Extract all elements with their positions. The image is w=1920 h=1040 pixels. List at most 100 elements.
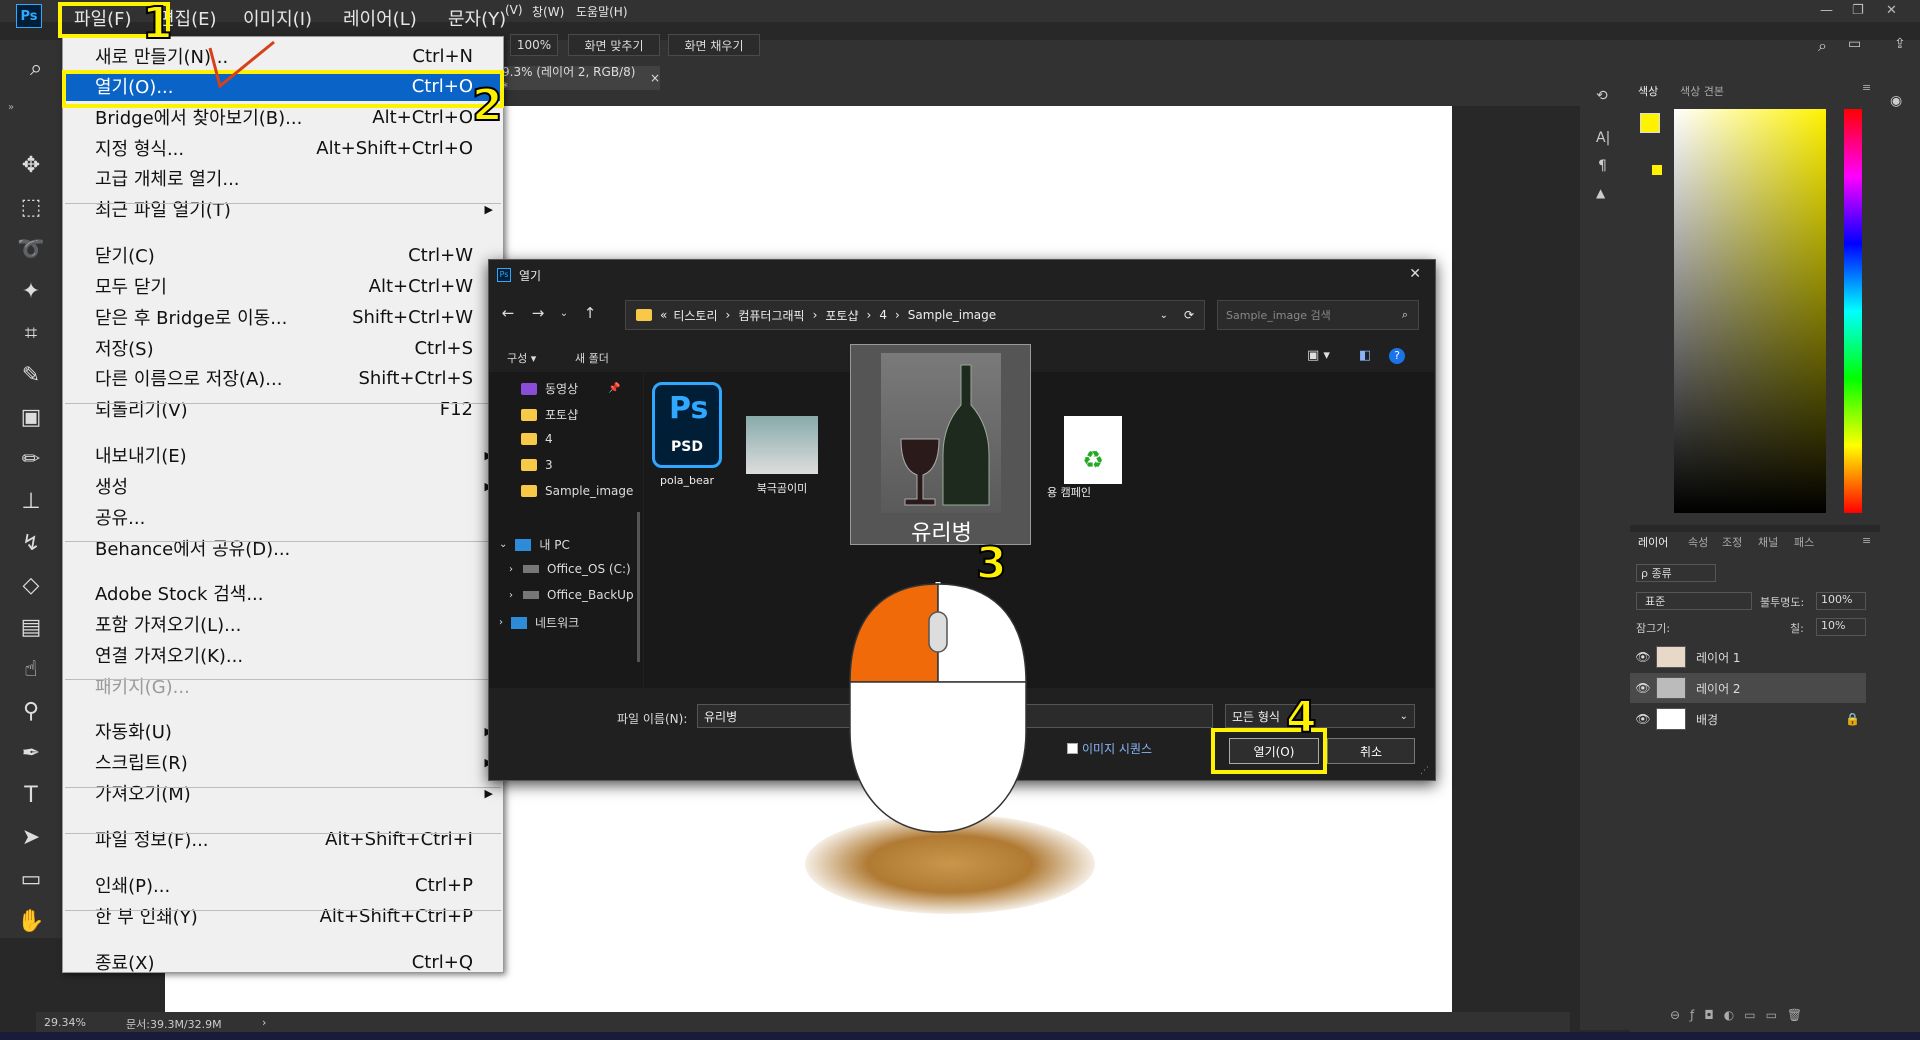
panel-menu-icon[interactable]: ≡ (1862, 81, 1871, 94)
nav-item-photoshop[interactable]: 포토샵 (521, 406, 578, 423)
minimize-icon[interactable]: — (1820, 3, 1833, 18)
document-tab[interactable]: 9.3% (레이어 2, RGB/8) * × (498, 65, 660, 94)
learn-icon[interactable]: ◉ (1890, 93, 1902, 109)
organize-button[interactable]: 구성 ▾ (507, 350, 536, 366)
menu-view[interactable]: (V) (505, 3, 523, 17)
move-tool-icon[interactable]: ✥ (14, 150, 48, 180)
close-window-icon[interactable]: ✕ (1886, 3, 1897, 18)
frame-tool-icon[interactable]: ▣ (14, 402, 48, 432)
refresh-icon[interactable]: ⟳ (1184, 308, 1194, 322)
menu-help[interactable]: 도움말(H) (576, 3, 628, 20)
menu-layer[interactable]: 레이어(L) (343, 5, 417, 31)
eyedropper-tool-icon[interactable]: ✎ (14, 360, 48, 390)
up-icon[interactable]: ↑ (579, 302, 601, 324)
menu-image[interactable]: 이미지(I) (243, 5, 312, 31)
layer-actions[interactable]: ⊖ƒ◘◐▭▭🗑 (1670, 1008, 1812, 1022)
fill-screen-button[interactable]: 화면 채우기 (668, 34, 760, 56)
panel-menu-icon[interactable]: ≡ (1862, 534, 1871, 547)
nav-item-drive-c[interactable]: › Office_OS (C:) (509, 562, 631, 576)
layer-row[interactable]: 👁 배경 🔒 (1630, 704, 1866, 734)
tab-paths[interactable]: 패스 (1794, 534, 1814, 550)
fit-screen-button[interactable]: 화면 맞추기 (568, 34, 660, 56)
breadcrumb-item[interactable]: 4 (879, 308, 887, 322)
collapse-icon[interactable]: » (8, 102, 14, 113)
tab-close-icon[interactable]: × (650, 71, 660, 85)
menu-revert[interactable]: 되돌리기(V) F12 (63, 394, 503, 424)
brush-tool-icon[interactable]: ✏ (14, 444, 48, 474)
chevron-down-icon[interactable]: ⌄ (499, 539, 507, 550)
path-selection-icon[interactable]: ➤ (14, 822, 48, 852)
chevron-right-icon[interactable]: › (499, 617, 503, 628)
visibility-eye-icon[interactable]: 👁 (1630, 712, 1656, 726)
breadcrumb-item[interactable]: 티스토리 (673, 307, 717, 324)
file-item-bear[interactable]: 북극곰이미 (742, 416, 822, 496)
nav-item-4[interactable]: 4 (521, 432, 553, 446)
blend-mode-select[interactable]: 표준 (1636, 592, 1752, 610)
menu-scripts[interactable]: 스크립트(R)▶ (63, 747, 503, 777)
menu-close-go-bridge[interactable]: 닫은 후 Bridge로 이동... Shift+Ctrl+W (63, 302, 503, 332)
tab-adjustments[interactable]: 조정 (1722, 534, 1742, 550)
menu-type[interactable]: 문자(Y) (448, 5, 506, 31)
view-mode-icon[interactable]: ▣ ▾ (1307, 348, 1330, 363)
magic-wand-tool-icon[interactable]: ✦ (14, 276, 48, 306)
dialog-search-input[interactable]: Sample_image 검색 ⌕ (1217, 300, 1419, 330)
restore-icon[interactable]: ❐ (1852, 3, 1864, 18)
nav-item-videos[interactable]: 동영상 📌 (521, 380, 621, 397)
type-tool-icon[interactable]: T (14, 780, 48, 810)
history-icon[interactable]: ⟲ (1596, 88, 1608, 104)
nav-item-network[interactable]: › 네트워크 (499, 614, 579, 631)
breadcrumb-item[interactable]: 포토샵 (825, 307, 858, 324)
address-bar[interactable]: « 티스토리 › 컴퓨터그래픽 › 포토샵 › 4 › Sample_image… (625, 300, 1205, 330)
menu-open-smart-object[interactable]: 고급 개체로 열기... (63, 163, 503, 193)
menu-save-as[interactable]: 다른 이름으로 저장(A)... Shift+Ctrl+S (63, 363, 503, 393)
nav-item-sample-image[interactable]: Sample_image (521, 484, 633, 498)
menu-share[interactable]: 공유... (63, 502, 503, 532)
history-brush-icon[interactable]: ↯ (14, 528, 48, 558)
history-dropdown-icon[interactable]: ⌄ (553, 302, 575, 324)
menu-import[interactable]: 가져오기(M) ▶ (63, 778, 503, 808)
breadcrumb-item[interactable]: 컴퓨터그래픽 (738, 307, 804, 324)
menu-export[interactable]: 내보내기(E)▶ (63, 440, 503, 470)
breadcrumb-item[interactable]: Sample_image (908, 308, 996, 322)
share-icon[interactable]: ⇪ (1894, 36, 1906, 52)
tab-properties[interactable]: 속성 (1688, 534, 1708, 550)
zoom-100-button[interactable]: 100% (510, 34, 558, 56)
menu-open-as[interactable]: 지정 형식... Alt+Shift+Ctrl+O (63, 133, 503, 163)
help-icon[interactable]: ? (1389, 348, 1405, 364)
warning-icon[interactable]: ▲ (1596, 186, 1605, 200)
menu-exit[interactable]: 종료(X) Ctrl+Q (63, 947, 503, 977)
tab-swatches[interactable]: 색상 견본 (1680, 83, 1724, 99)
layer-row[interactable]: 👁 레이어 1 (1630, 642, 1866, 672)
breadcrumb-overflow[interactable]: « (660, 308, 667, 322)
tab-channels[interactable]: 채널 (1758, 534, 1778, 550)
layer-row-selected[interactable]: 👁 레이어 2 (1630, 673, 1866, 703)
nav-scrollbar[interactable] (637, 512, 640, 662)
fill-field[interactable]: 10% (1816, 618, 1866, 636)
back-icon[interactable]: ← (497, 302, 519, 324)
tab-color[interactable]: 색상 (1638, 83, 1658, 99)
dodge-tool-icon[interactable]: ⚲ (14, 696, 48, 726)
gradient-tool-icon[interactable]: ▤ (14, 612, 48, 642)
nav-item-this-pc[interactable]: ⌄ 내 PC (499, 536, 570, 553)
stamp-tool-icon[interactable]: ⊥ (14, 486, 48, 516)
visibility-eye-icon[interactable]: 👁 (1630, 650, 1656, 664)
crop-tool-icon[interactable]: ⌗ (14, 318, 48, 348)
lasso-tool-icon[interactable]: ➰ (14, 234, 48, 264)
menu-print-one-copy[interactable]: 한 부 인쇄(Y) Alt+Shift+Ctrl+P (63, 901, 503, 931)
image-sequence-checkbox[interactable] (1067, 743, 1078, 754)
eraser-tool-icon[interactable]: ◇ (14, 570, 48, 600)
menu-recent-files[interactable]: 최근 파일 열기(T) ▶ (63, 194, 503, 224)
menu-window[interactable]: 창(W) (532, 3, 564, 20)
smudge-tool-icon[interactable]: ☝ (14, 654, 48, 684)
nav-item-3[interactable]: 3 (521, 458, 553, 472)
menu-package[interactable]: 패키지(G)... (63, 671, 503, 701)
menu-place-linked[interactable]: 연결 가져오기(K)... (63, 640, 503, 670)
layer-kind-filter[interactable]: ρ 종류 (1636, 564, 1716, 582)
chevron-right-icon[interactable]: › (509, 564, 513, 575)
workspace-icon[interactable]: ▭ (1848, 36, 1861, 52)
menu-print[interactable]: 인쇄(P)... Ctrl+P (63, 870, 503, 900)
background-color[interactable] (1652, 165, 1662, 175)
menu-adobe-stock[interactable]: Adobe Stock 검색... (63, 578, 503, 608)
tab-layers[interactable]: 레이어 (1638, 534, 1668, 550)
image-sequence-option[interactable]: 이미지 시퀀스 (1067, 740, 1152, 757)
